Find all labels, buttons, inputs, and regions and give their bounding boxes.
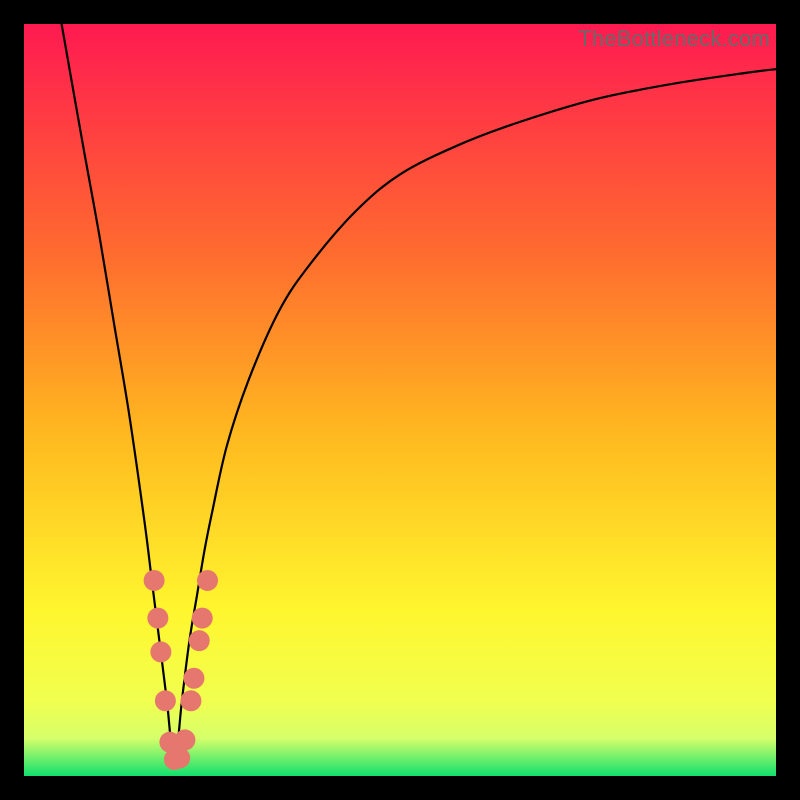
highlight-marker	[155, 690, 176, 711]
highlight-marker	[180, 690, 201, 711]
highlight-marker	[197, 570, 218, 591]
highlight-marker	[192, 608, 213, 629]
highlight-marker	[147, 608, 168, 629]
highlight-marker	[189, 630, 210, 651]
watermark-label: TheBottleneck.com	[578, 26, 770, 52]
highlight-marker	[169, 747, 190, 768]
gradient-background	[24, 24, 776, 776]
chart-svg	[24, 24, 776, 776]
highlight-marker	[174, 729, 195, 750]
highlight-marker	[183, 668, 204, 689]
highlight-marker	[150, 641, 171, 662]
highlight-marker	[144, 570, 165, 591]
plot-area	[24, 24, 776, 776]
chart-frame: TheBottleneck.com	[0, 0, 800, 800]
